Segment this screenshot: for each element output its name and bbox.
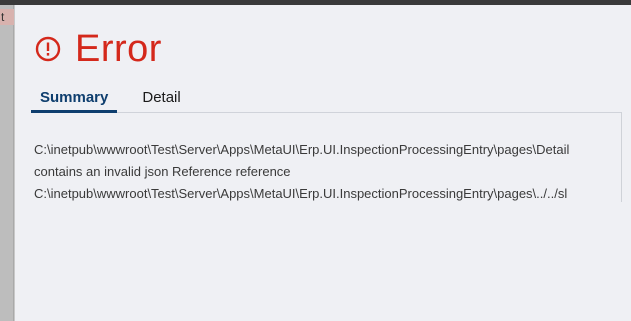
error-message-line: C:\inetpub\wwwroot\Test\Server\Apps\Meta… [34,142,570,157]
exclamation-circle-icon [35,36,61,62]
error-panel: Error Summary Detail C:\inetpub\wwwroot\… [15,5,631,321]
error-header: Error [35,27,162,71]
error-message-line: C:\inetpub\wwwroot\Test\Server\Apps\Meta… [34,186,568,201]
page-title: Error [75,28,162,70]
error-message: C:\inetpub\wwwroot\Test\Server\Apps\Meta… [34,139,631,205]
tab-summary[interactable]: Summary [31,85,118,113]
vertical-scrollbar[interactable] [621,112,631,202]
background-window-strip: t [0,5,14,321]
background-window-label: t [0,9,14,25]
tab-bar: Summary Detail [31,85,624,113]
error-message-line: contains an invalid json Reference refer… [34,164,291,179]
tab-detail[interactable]: Detail [133,85,189,112]
